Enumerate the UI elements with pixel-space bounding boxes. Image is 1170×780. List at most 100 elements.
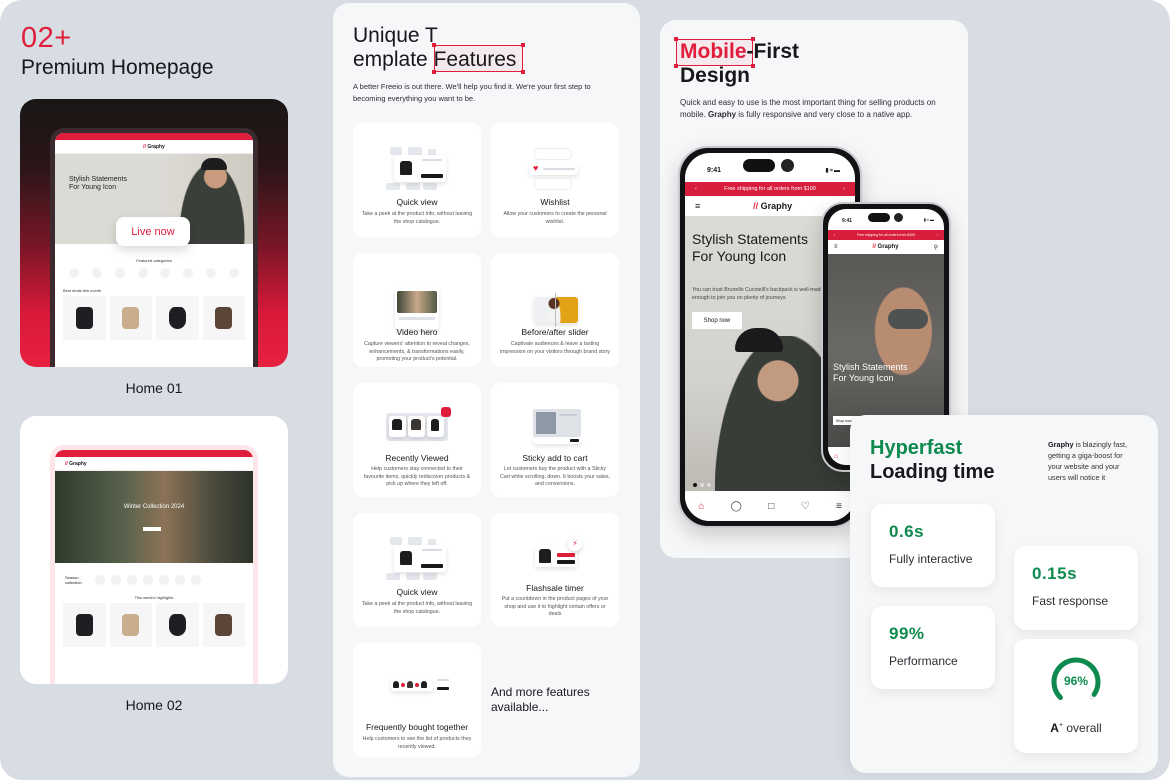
product-card <box>63 603 106 647</box>
bundle-icon <box>353 659 481 707</box>
brand-logo: // Graphy <box>753 201 793 211</box>
signal-wifi-battery-icon: ▮≈▬ <box>923 217 935 222</box>
shipping-bar <box>55 450 253 457</box>
feature-card-quick-view-2[interactable]: Quick view Take a peek at the product in… <box>353 513 481 627</box>
product-card <box>109 296 152 340</box>
live-now-button[interactable]: Live now <box>116 217 190 246</box>
feature-description: Help customers stay connected to their f… <box>363 466 471 487</box>
phone-navbar: ≡ // Graphy ⚲ <box>828 240 944 254</box>
hero-title: Stylish Statements For Young Icon <box>69 176 127 191</box>
section-title: Best deals this month <box>63 288 102 293</box>
brand-logo: // Graphy <box>65 460 87 467</box>
product-card <box>202 296 245 340</box>
brand-logo: // Graphy <box>143 143 165 150</box>
brand-logo: // Graphy <box>872 244 899 250</box>
hero-title: Winter Collection 2024 <box>123 504 185 510</box>
home-01-label[interactable]: Home 01 <box>20 380 288 396</box>
metric-card-fast-response: 0.15s Fast response <box>1014 546 1138 630</box>
section-title: Season collection <box>65 575 82 585</box>
feature-card-recently-viewed[interactable]: Recently Viewed Help customers stay conn… <box>353 383 481 497</box>
overall-label: A+ overall <box>1050 721 1102 735</box>
feature-card-flashsale-timer[interactable]: ⚡ Flashsale timer Put a countdown in the… <box>491 513 619 627</box>
feature-title: Video hero <box>396 327 438 337</box>
mini-navbar: // Graphy <box>55 140 253 154</box>
feature-card-wishlist[interactable]: ♥ Wishlist Allow your customers to creat… <box>491 123 619 237</box>
menu-icon[interactable]: ≡ <box>695 201 700 211</box>
metric-card-overall: 96% A+ overall <box>1014 639 1138 753</box>
category-row <box>55 266 253 282</box>
hero-cap-shape <box>201 158 227 170</box>
feature-card-video-hero[interactable]: Video hero Capture viewers' attention to… <box>353 253 481 367</box>
mobile-first-description: Quick and easy to use is the most import… <box>680 98 936 119</box>
performance-description: Graphy is blazingly fast, getting a giga… <box>1048 440 1128 482</box>
season-collection-row: Season collection <box>55 563 253 589</box>
feature-card-quick-view[interactable]: Quick view Take a peek at the product in… <box>353 123 481 237</box>
feature-description: Take a peek at the product info, without… <box>361 211 473 225</box>
shipping-bar: ‹ Free shipping for all orders from $100 › <box>828 230 944 240</box>
sticky-cart-icon <box>491 399 619 447</box>
shipping-bar: ‹ Free shipping for all orders from $100 › <box>685 182 855 196</box>
hero-cap-shape <box>735 328 783 352</box>
homepage-section-title: Premium Homepage <box>21 56 214 79</box>
metric-value: 0.6s <box>889 522 925 541</box>
feature-card-frequently-bought-together[interactable]: Frequently bought together Help customer… <box>353 643 481 757</box>
heart-icon[interactable]: ♡ <box>801 501 810 512</box>
flash-sale-icon: ⚡ <box>491 529 619 577</box>
status-bar: 9:41 ▮≈▬ <box>828 209 944 230</box>
product-card <box>202 603 245 647</box>
feature-card-sticky-add-to-cart[interactable]: Sticky add to cart Let customers buy the… <box>491 383 619 497</box>
metric-label: Fully interactive <box>889 552 973 566</box>
overall-gauge: 96% <box>1045 654 1107 704</box>
home-02-preview[interactable]: // Graphy Winter Collection 2024 Season … <box>20 416 288 684</box>
hero-button <box>143 527 161 531</box>
gauge-value: 96% <box>1063 674 1089 688</box>
chevron-left-icon[interactable]: ‹ <box>834 233 835 237</box>
feature-description: Take a peek at the product info, without… <box>361 601 473 615</box>
home-icon[interactable]: ⌂ <box>834 453 838 460</box>
search-icon[interactable]: ⚲ <box>934 244 938 251</box>
feature-description: Put a countdown in the product pages of … <box>501 596 609 617</box>
feature-title: Quick view <box>396 587 438 597</box>
section-title: Featured categories <box>136 258 172 263</box>
bag-icon[interactable]: □ <box>768 501 774 512</box>
metric-value: 0.15s <box>1032 564 1078 583</box>
hero-text: You can trust Brunello Cucinelli's backp… <box>692 287 824 301</box>
hero-title: Stylish Statements For Young Icon <box>833 362 908 383</box>
metric-value: 99% <box>889 624 925 643</box>
shop-now-button[interactable]: Shop now <box>692 312 742 329</box>
menu-icon[interactable]: ≡ <box>834 244 838 250</box>
mobile-first-title: Mobile-First Design <box>680 40 799 87</box>
feature-description: Help customers to see the list of produc… <box>362 736 472 750</box>
feature-card-before-after-slider[interactable]: Before/after slider Captivate audiences … <box>491 253 619 367</box>
section-title: This week's highlights <box>134 595 174 600</box>
feature-title: Sticky add to cart <box>522 453 588 463</box>
mini-navbar: // Graphy <box>55 457 253 471</box>
feature-title: Quick view <box>396 197 438 207</box>
features-title: Unique T emplate Features <box>353 24 517 71</box>
feature-description: Captivate audiences & leave a lasting im… <box>499 341 611 355</box>
recently-viewed-icon <box>353 399 481 447</box>
menu-icon[interactable]: ≡ <box>836 501 842 512</box>
home-02-label[interactable]: Home 02 <box>20 697 288 713</box>
chevron-right-icon[interactable]: › <box>843 186 845 192</box>
user-icon[interactable]: ◯ <box>731 501 742 512</box>
carousel-dots[interactable] <box>693 483 711 487</box>
wishlist-heart-icon: ♥ <box>491 139 619 189</box>
more-features-text: And more features available... <box>491 685 590 714</box>
performance-title-highlight: Hyperfast <box>870 437 963 459</box>
chevron-right-icon[interactable]: › <box>937 233 938 237</box>
chevron-left-icon[interactable]: ‹ <box>695 186 697 192</box>
feature-title: Wishlist <box>540 197 570 207</box>
quick-view-icon <box>353 139 481 190</box>
feature-description: Capture viewers' attention to reveal cha… <box>364 341 470 362</box>
hero-banner: Winter Collection 2024 <box>55 471 253 563</box>
home-icon[interactable]: ⌂ <box>698 501 704 512</box>
hero-title: Stylish Statements For Young Icon <box>692 231 808 264</box>
home-01-preview[interactable]: // Graphy Stylish Statements For Young I… <box>20 99 288 367</box>
features-description: A better Freeio is out there. We'll help… <box>353 82 591 103</box>
bottom-tab-bar: ⌂ ◯ □ ♡ ≡ <box>685 491 855 521</box>
feature-title: Recently Viewed <box>385 453 449 463</box>
quick-view-icon <box>353 529 481 580</box>
home-02-mockup: // Graphy Winter Collection 2024 Season … <box>50 445 258 684</box>
hero-model-image <box>888 309 928 329</box>
